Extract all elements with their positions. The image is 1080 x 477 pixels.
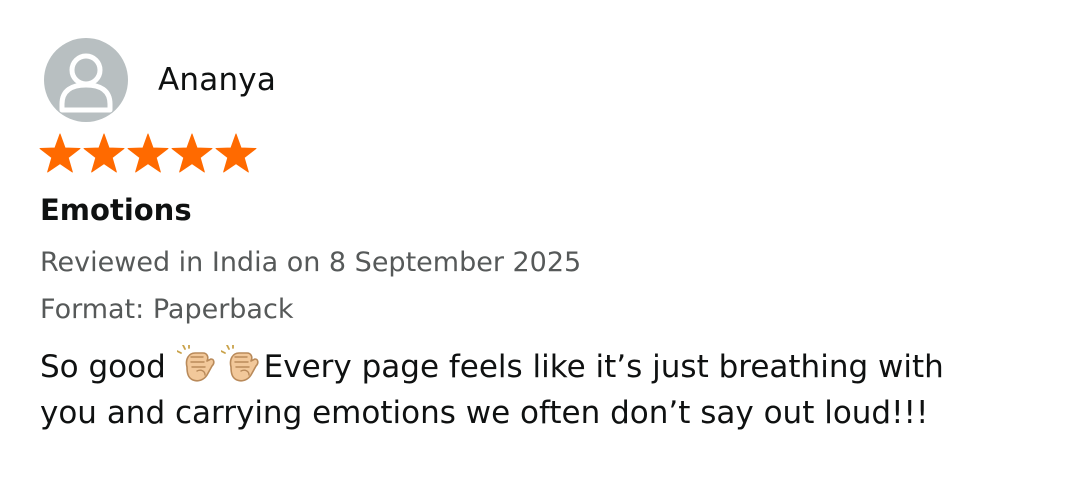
- review-title[interactable]: Emotions: [40, 193, 192, 227]
- avatar-icon[interactable]: [44, 38, 128, 122]
- star-filled-icon: [127, 133, 169, 173]
- review-card: Ananya Emotions Reviewed in India on 8 S…: [0, 0, 1080, 477]
- star-filled-icon: [171, 133, 213, 173]
- reviewer-name[interactable]: Ananya: [158, 62, 276, 98]
- star-filled-icon: [39, 133, 81, 173]
- reviewer-profile[interactable]: Ananya: [44, 38, 276, 122]
- review-body-line-2: you and carrying emotions we often don’t…: [40, 395, 929, 431]
- clapping-hands-icon: [219, 343, 263, 383]
- review-date: Reviewed in India on 8 September 2025: [40, 247, 582, 278]
- review-body-line-1: So good Every page feels like it’s just …: [40, 343, 1050, 390]
- review-format: Format: Paperback: [40, 294, 294, 325]
- review-body: So good Every page feels like it’s just …: [40, 343, 1050, 436]
- clapping-hands-icon: [175, 343, 219, 383]
- star-filled-icon: [215, 133, 257, 173]
- star-filled-icon: [83, 133, 125, 173]
- review-body-text: Every page feels like it’s just breathin…: [263, 349, 944, 385]
- star-rating: [38, 132, 258, 178]
- review-body-text: So good: [40, 349, 176, 385]
